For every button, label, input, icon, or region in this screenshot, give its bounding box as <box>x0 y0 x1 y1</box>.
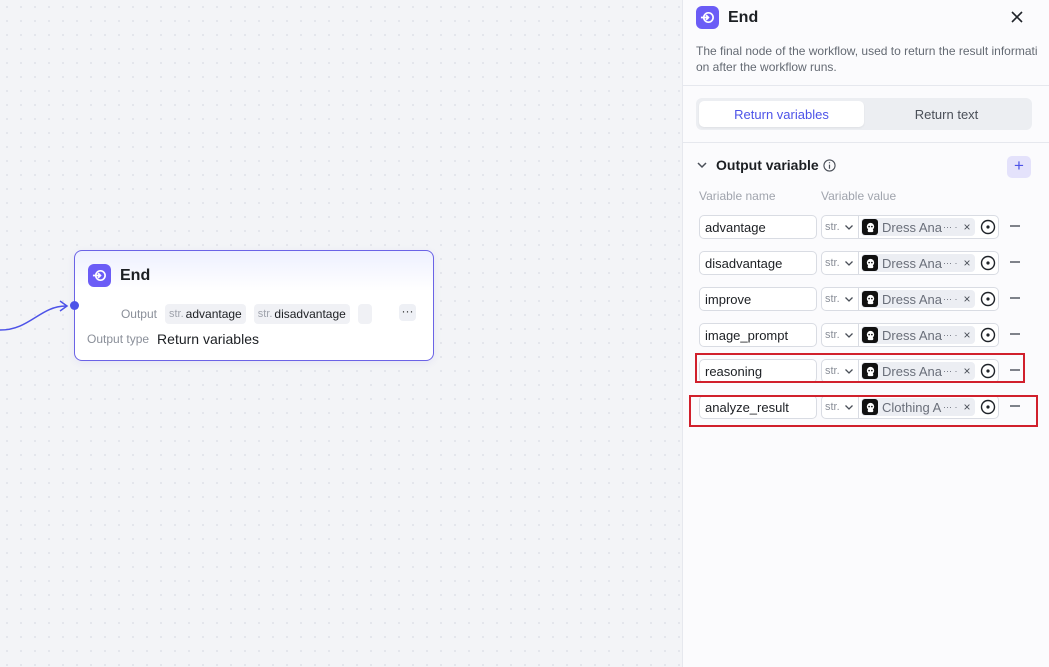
variable-value-field[interactable]: Dress Anal ··· · × <box>859 323 999 347</box>
chip-name: disadvantage <box>274 307 346 321</box>
reference-ellipsis: ··· · <box>943 222 958 232</box>
type-label: str. <box>825 329 840 341</box>
target-icon[interactable] <box>980 255 996 271</box>
tab-return-variables[interactable]: Return variables <box>699 101 864 127</box>
reference-ellipsis: ··· · <box>943 258 958 268</box>
panel-description: The final node of the workflow, used to … <box>696 44 1038 74</box>
highlight-box-reasoning <box>695 353 1025 383</box>
output-label: Output <box>120 307 157 321</box>
variable-name-input[interactable]: improve <box>699 287 817 311</box>
target-icon[interactable] <box>980 327 996 343</box>
close-icon[interactable] <box>1009 9 1025 25</box>
type-label: str. <box>825 221 840 233</box>
reference-ellipsis: ··· · <box>943 294 958 304</box>
panel-title: End <box>728 8 759 26</box>
reference-chip: Dress Anal ··· · × <box>861 218 975 236</box>
variable-type-select[interactable]: str. <box>821 215 859 239</box>
chevron-down-icon <box>844 297 853 302</box>
more-outputs-button[interactable]: ··· <box>399 304 416 321</box>
variable-name-input[interactable]: disadvantage <box>699 251 817 275</box>
node-config-panel: End The final node of the workflow, used… <box>682 0 1049 667</box>
variable-name-input[interactable]: image_prompt <box>699 323 817 347</box>
output-chip-disadvantage: str. disadvantage <box>253 304 350 324</box>
reference-name: Dress Anal <box>882 291 942 307</box>
remove-variable-icon[interactable] <box>1009 256 1021 268</box>
bot-icon <box>862 327 878 343</box>
variable-value-field[interactable]: Dress Anal ··· · × <box>859 287 999 311</box>
bot-icon <box>862 255 878 271</box>
variable-type-select[interactable]: str. <box>821 323 859 347</box>
variable-value-field[interactable]: Dress Anal ··· · × <box>859 251 999 275</box>
remove-variable-icon[interactable] <box>1009 328 1021 340</box>
chip-type: str. <box>257 308 273 320</box>
remove-reference-icon[interactable]: × <box>964 220 971 234</box>
column-header-value: Variable value <box>821 189 897 203</box>
remove-variable-icon[interactable] <box>1009 292 1021 304</box>
output-type-value: Return variables <box>157 331 259 347</box>
bot-icon <box>862 219 878 235</box>
reference-name: Dress Anal <box>882 255 942 271</box>
info-icon[interactable] <box>823 158 836 172</box>
input-port[interactable] <box>70 301 79 310</box>
section-title: Output variable <box>716 157 819 173</box>
reference-chip: Dress Anal ··· · × <box>861 326 975 344</box>
highlight-box-analyze-result <box>689 395 1038 427</box>
end-node-icon <box>88 264 111 287</box>
return-mode-tabs: Return variables Return text <box>696 98 1032 130</box>
reference-chip: Dress Anal ··· · × <box>861 290 975 308</box>
output-chip-advantage: str. advantage <box>165 304 246 324</box>
output-type-label: Output type <box>87 332 150 346</box>
variable-value-field[interactable]: Dress Anal ··· · × <box>859 215 999 239</box>
reference-chip: Dress Anal ··· · × <box>861 254 975 272</box>
column-header-name: Variable name <box>699 189 776 203</box>
type-label: str. <box>825 293 840 305</box>
target-icon[interactable] <box>980 219 996 235</box>
variable-type-select[interactable]: str. <box>821 251 859 275</box>
divider <box>683 85 1049 86</box>
remove-reference-icon[interactable]: × <box>964 292 971 306</box>
end-node-card[interactable]: End Output str. advantage str. disadvant… <box>70 250 434 361</box>
reference-name: Dress Anal <box>882 327 942 343</box>
incoming-edge <box>0 300 69 331</box>
divider <box>683 142 1049 143</box>
chevron-down-icon <box>844 225 853 230</box>
chevron-down-icon <box>844 333 853 338</box>
chevron-down-icon <box>844 261 853 266</box>
remove-reference-icon[interactable]: × <box>964 256 971 270</box>
variable-type-select[interactable]: str. <box>821 287 859 311</box>
remove-variable-icon[interactable] <box>1009 220 1021 232</box>
chip-type: str. <box>169 308 184 320</box>
add-variable-button[interactable]: + <box>1007 156 1031 178</box>
tab-return-text[interactable]: Return text <box>864 101 1029 127</box>
remove-reference-icon[interactable]: × <box>964 328 971 342</box>
reference-name: Dress Anal <box>882 219 942 235</box>
target-icon[interactable] <box>980 291 996 307</box>
node-title: End <box>120 266 151 284</box>
end-node-icon <box>696 6 719 29</box>
bot-icon <box>862 291 878 307</box>
output-chip-overflow <box>357 304 372 324</box>
chevron-down-icon[interactable] <box>696 159 708 171</box>
type-label: str. <box>825 257 840 269</box>
chip-name: advantage <box>185 307 242 321</box>
variable-name-input[interactable]: advantage <box>699 215 817 239</box>
reference-ellipsis: ··· · <box>943 330 958 340</box>
